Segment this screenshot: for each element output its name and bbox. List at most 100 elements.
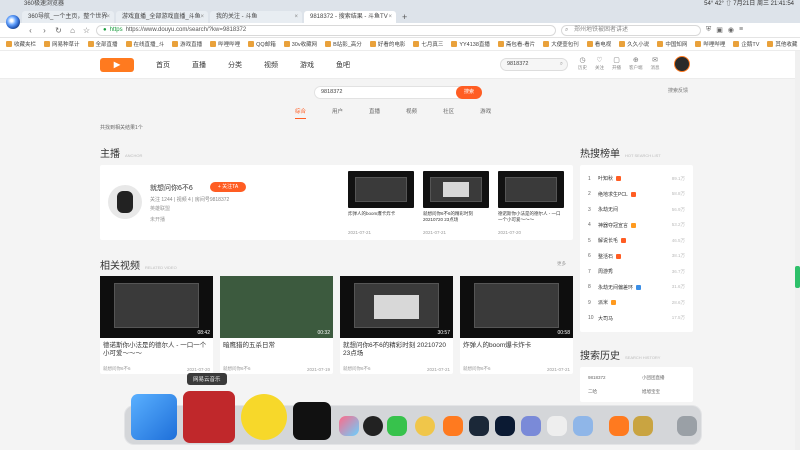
trash-icon[interactable] xyxy=(677,416,697,436)
follow-button[interactable]: ♡ 关注 xyxy=(595,56,604,71)
video-thumbnail[interactable] xyxy=(423,171,489,208)
capcut-icon[interactable] xyxy=(293,402,331,440)
close-icon[interactable]: × xyxy=(294,11,298,23)
profile-icon[interactable]: ◉ xyxy=(728,26,734,34)
video-thumbnail[interactable] xyxy=(348,171,414,208)
video-author[interactable]: 就想问你6不6 xyxy=(103,366,131,372)
app-icon[interactable] xyxy=(415,416,435,436)
bookmark[interactable]: 久久小说 xyxy=(619,40,649,48)
bookmark[interactable]: 其他收藏 xyxy=(767,40,797,48)
tab-community[interactable]: 社区 xyxy=(443,107,454,119)
video-thumbnail[interactable]: 08:42 xyxy=(100,276,213,338)
douyu-icon[interactable] xyxy=(443,416,463,436)
tab-live[interactable]: 直播 xyxy=(369,107,380,119)
tab-game-live[interactable]: 游戏直播_全部游戏直播_斗鱼 × xyxy=(116,11,208,23)
browser-search-input[interactable]: 郑州地铁被困者讲述 xyxy=(561,24,701,36)
tab-my-follow[interactable]: 我的关注 - 斗鱼 × xyxy=(210,11,302,23)
reload-icon[interactable]: ↻ xyxy=(54,26,63,35)
wechat-icon[interactable] xyxy=(387,416,407,436)
steam-icon[interactable] xyxy=(469,416,489,436)
search-button[interactable]: 搜索 xyxy=(456,86,482,99)
bookmark[interactable]: 好看的电影 xyxy=(369,40,405,48)
hot-item[interactable]: 6 整活石 38.1万 xyxy=(588,249,685,265)
douyu-logo[interactable]: ▶ xyxy=(100,57,134,72)
bookmark[interactable]: 全部直播 xyxy=(87,40,118,48)
video-title[interactable]: 就想问你6不6的精彩时刻 20210720 23点场 xyxy=(423,211,489,229)
video-author[interactable]: 就想问你6不6 xyxy=(223,366,251,372)
hot-item[interactable]: 9 派米 28.6万 xyxy=(588,295,685,311)
weather-icon[interactable] xyxy=(573,416,593,436)
video-title[interactable]: 炸弹人的boom爆卡炸卡 xyxy=(348,211,414,229)
finder-icon[interactable] xyxy=(131,394,177,440)
tab-users[interactable]: 用户 xyxy=(332,107,343,119)
hot-item[interactable]: 8 永劫无间偏差环 31.6万 xyxy=(588,280,685,296)
nav-yuba[interactable]: 鱼吧 xyxy=(336,60,350,70)
hot-item[interactable]: 10 大司马 17.5万 xyxy=(588,311,685,327)
video-thumbnail[interactable]: 30:57 xyxy=(340,276,453,338)
scrollbar-thumb[interactable] xyxy=(795,266,800,288)
history-button[interactable]: ◷ 历史 xyxy=(578,56,587,71)
star-icon[interactable]: ☆ xyxy=(82,26,91,35)
chrome-icon[interactable] xyxy=(339,416,359,436)
broadcast-button[interactable]: ▢ 开播 xyxy=(612,56,621,71)
qq-music-icon[interactable] xyxy=(241,394,287,440)
close-icon[interactable]: × xyxy=(106,11,110,23)
tab-360-nav[interactable]: 360导航_一个主页，整个世界 × xyxy=(22,11,114,23)
tab-search-results[interactable]: 9818372 - 搜索结果 - 斗鱼TV × xyxy=(304,11,396,23)
related-video-card[interactable]: 30:57 就想问你6不6的精彩时刻 20210720 23点场 就想问你6不6… xyxy=(340,276,453,374)
main-search-input[interactable]: 9818372 搜索 xyxy=(314,86,482,99)
more-link[interactable]: 更多 xyxy=(557,261,566,267)
page-scrollbar[interactable] xyxy=(795,51,800,450)
bookmark[interactable]: 中国知网 xyxy=(657,40,687,48)
back-icon[interactable]: ‹ xyxy=(26,26,35,35)
hot-item[interactable]: 2 绝地求生PCL 58.8万 xyxy=(588,187,685,203)
follow-button[interactable]: + 关注TA xyxy=(210,182,246,192)
bookmark[interactable]: YY4138直播 xyxy=(451,40,490,48)
hot-item[interactable]: 4 神器夺冠宣言 53.2万 xyxy=(588,218,685,234)
hot-item[interactable]: 1 叶知秋 89.1万 xyxy=(588,171,685,187)
bookmark[interactable]: 哔哩哔哩 xyxy=(210,40,240,48)
bookmark[interactable]: 企鹅TV xyxy=(733,40,759,48)
bookmark[interactable]: 大便壹包刊 xyxy=(543,40,579,48)
client-button[interactable]: ⊕ 客户端 xyxy=(629,56,643,71)
anchor-card[interactable]: 就想问你6不6 + 关注TA 关注 1244 | 视频 4 | 房间号98183… xyxy=(100,165,573,240)
bookmark[interactable]: 七月真三 xyxy=(413,40,443,48)
forward-icon[interactable]: › xyxy=(40,26,49,35)
bookmark[interactable]: 游戏直播 xyxy=(172,40,202,48)
qq-icon[interactable] xyxy=(363,416,383,436)
tab-videos[interactable]: 视频 xyxy=(406,107,417,119)
shield-icon[interactable]: ⛨ xyxy=(706,26,711,34)
anchor-video-card[interactable]: 炸弹人的boom爆卡炸卡 2021-07-21 xyxy=(348,171,414,235)
close-icon[interactable]: × xyxy=(388,11,392,23)
bookmark[interactable]: 30v收藏网 xyxy=(283,40,317,48)
related-video-card[interactable]: 08:42 德诺斯你小法是的德尔人 - 一口一个小可爱～～～ 就想问你6不6 2… xyxy=(100,276,213,374)
search-feedback-link[interactable]: 搜索反馈 xyxy=(668,87,688,94)
video-title[interactable]: 德诺斯你小法是的德尔人 - 一口一个小可爱～～～ xyxy=(100,338,213,363)
video-thumbnail[interactable] xyxy=(498,171,564,208)
bookmark[interactable]: 网易种草计 xyxy=(44,40,80,48)
nav-category[interactable]: 分类 xyxy=(228,60,242,70)
related-video-card[interactable]: 00:32 暗鹰猎的五杀日常 就想问你6不6 2021-07-19 xyxy=(220,276,333,374)
video-author[interactable]: 就想问你6不6 xyxy=(463,366,491,372)
video-thumbnail[interactable]: 00:32 xyxy=(220,276,333,338)
video-thumbnail[interactable]: 00:58 xyxy=(460,276,573,338)
bookmark[interactable]: 哔哩哔哩 xyxy=(695,40,725,48)
message-button[interactable]: ✉ 消息 xyxy=(651,56,660,71)
nav-live[interactable]: 直播 xyxy=(192,60,206,70)
browser-logo-icon[interactable] xyxy=(6,15,20,29)
history-item[interactable]: 二哈 xyxy=(588,389,597,395)
video-title[interactable]: 德诺斯你小法是的德尔人 - 一口一个小可爱～～～ xyxy=(498,211,564,229)
bookmark[interactable]: B站影_高分 xyxy=(325,40,362,48)
bookmark[interactable]: 收藏夹栏 xyxy=(6,40,36,48)
bookmark[interactable]: 在线直播_斗 xyxy=(125,40,164,48)
header-search-input[interactable]: 9818372 ⌕ xyxy=(500,58,568,71)
bookmark[interactable]: 斋包看-看片 xyxy=(497,40,535,48)
video-author[interactable]: 就想问你6不6 xyxy=(343,366,371,372)
netease-music-icon[interactable] xyxy=(183,391,235,443)
history-item[interactable]: 9818372 xyxy=(588,375,606,380)
bookmark[interactable]: 看电视 xyxy=(586,40,611,48)
history-item[interactable]: 小团团直播 xyxy=(642,375,665,381)
video-title[interactable]: 暗鹰猎的五杀日常 xyxy=(220,338,333,363)
anchor-video-card[interactable]: 德诺斯你小法是的德尔人 - 一口一个小可爱～～～ 2021-07-20 xyxy=(498,171,564,235)
home-icon[interactable]: ⌂ xyxy=(68,26,77,35)
